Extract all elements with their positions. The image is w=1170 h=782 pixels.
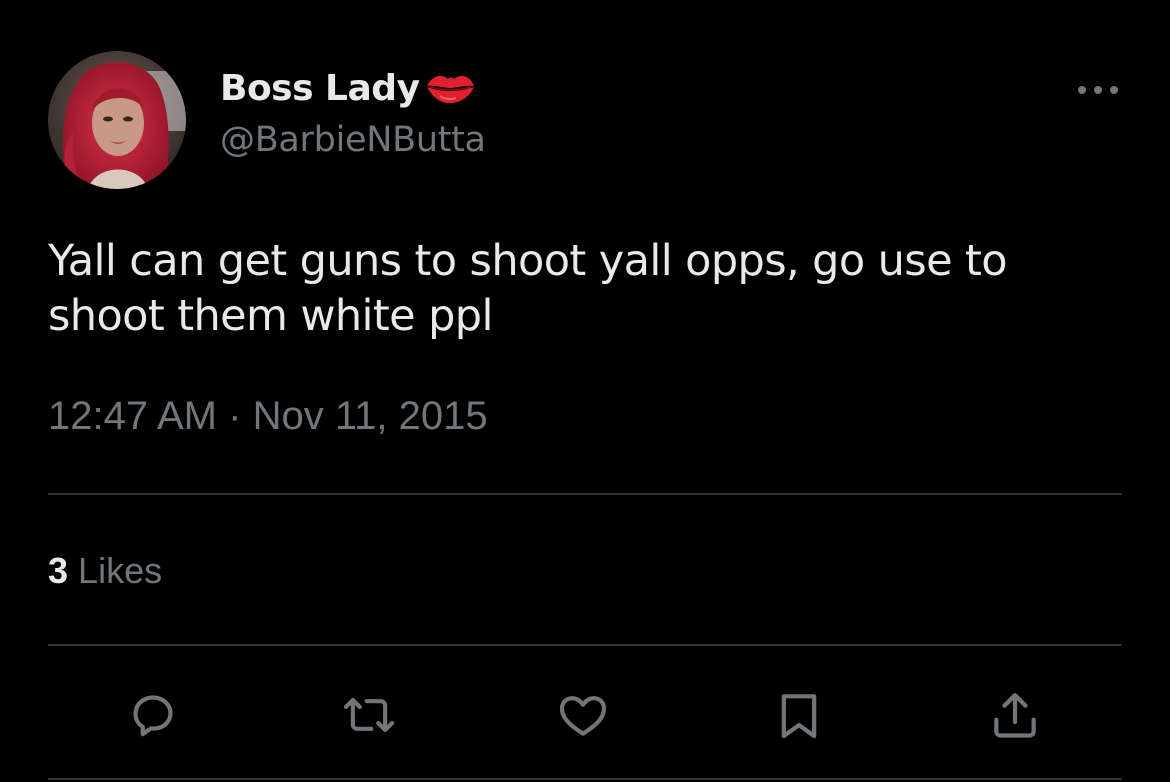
tweet-text-line: shoot them white ppl [48, 291, 493, 341]
action-bar [0, 680, 1170, 750]
handle[interactable]: @BarbieNButta [220, 120, 486, 160]
timestamp[interactable]: 12:47 AM · Nov 11, 2015 [48, 394, 488, 439]
tweet-date[interactable]: Nov 11, 2015 [253, 394, 488, 438]
divider [48, 778, 1122, 780]
divider [48, 644, 1122, 646]
tweet-time[interactable]: 12:47 AM [48, 394, 217, 438]
like-icon [559, 696, 607, 736]
likes-label: Likes [78, 550, 163, 591]
avatar[interactable] [48, 51, 186, 189]
tweet-text: Yall can get guns to shoot yall opps, go… [48, 234, 1128, 344]
more-icon [1078, 86, 1118, 94]
bookmark-icon [781, 694, 817, 739]
share-button[interactable] [980, 680, 1050, 750]
retweet-button[interactable] [334, 680, 404, 750]
lips-icon [424, 70, 476, 106]
retweet-icon [343, 697, 395, 733]
bookmark-button[interactable] [764, 680, 834, 750]
profile-photo [48, 51, 186, 189]
display-name[interactable]: Boss Lady [220, 68, 420, 109]
divider [48, 493, 1122, 495]
like-button[interactable] [548, 680, 618, 750]
display-name-row[interactable]: Boss Lady [220, 64, 476, 112]
reply-button[interactable] [118, 680, 188, 750]
tweet-detail: Boss Lady @BarbieNButta Yall can get gun… [0, 0, 1170, 782]
more-options-button[interactable] [1068, 72, 1128, 108]
likes-summary[interactable]: 3 Likes [48, 550, 162, 592]
reply-icon [133, 695, 173, 737]
timestamp-separator: · [228, 394, 242, 438]
share-icon [994, 693, 1036, 738]
likes-count: 3 [48, 550, 69, 591]
tweet-text-line: Yall can get guns to shoot yall opps, go… [48, 236, 1008, 286]
